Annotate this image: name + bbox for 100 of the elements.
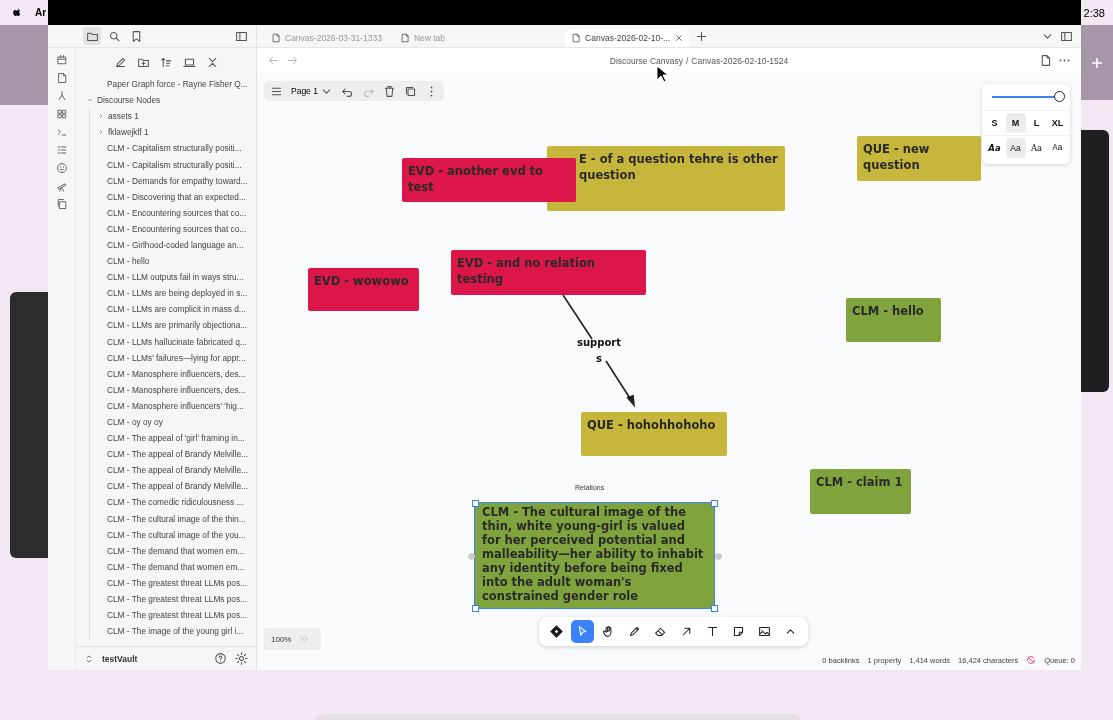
canvas-node[interactable]: CLM - hello (846, 298, 941, 342)
file-tree-item[interactable]: assets 1 (90, 108, 256, 125)
breadcrumb-separator: / (686, 55, 689, 66)
file-icon (399, 33, 410, 43)
help-icon[interactable] (214, 652, 227, 665)
file-tree-item[interactable]: Paper Graph force - Rayne Fisher Q... (76, 76, 256, 93)
file-tree-item[interactable]: CLM - Demands for empathy toward... (90, 172, 256, 189)
file-icon (271, 33, 281, 43)
image-icon (758, 625, 771, 638)
menubar-clock: 2:38 (1083, 6, 1105, 19)
trash-icon[interactable] (382, 84, 396, 98)
file-tree-item[interactable]: fklawejklf 1 (90, 124, 256, 141)
file-tree-item[interactable]: CLM - LLMs' failures—lying for appr... (90, 349, 256, 366)
file-tree-item[interactable]: Discourse Nodes (76, 92, 256, 109)
sync-off-icon[interactable] (1026, 655, 1037, 665)
smiley-icon[interactable] (55, 162, 68, 174)
canvas-node[interactable]: E - of a question tehre is other question (547, 146, 785, 211)
app-name[interactable]: Ar (35, 7, 47, 18)
canvas-node[interactable]: CLM - The cultural image of the thin, white young-girl is valued for her perceived potential and malleability—her ability to inhabit any identity before being fixed into the adult woman's constrained gender role (475, 503, 714, 608)
file-tree-item[interactable]: CLM - The appeal of Brandy Melville... (90, 446, 256, 463)
note-icon (732, 625, 745, 638)
file-tree-item[interactable]: CLM - Capitalism structurally positi... (90, 140, 256, 157)
sidebar-toggle-icon[interactable] (1060, 29, 1073, 43)
file-tree-item[interactable]: CLM - The cultural image of the thin... (90, 510, 256, 527)
size-option[interactable]: M (1005, 113, 1026, 133)
file-tree-item[interactable]: CLM - The greatest threat LLMs pos... (90, 607, 256, 624)
telescope-icon[interactable] (55, 180, 68, 192)
breadcrumb-folder[interactable]: Discourse Canvasy (609, 55, 683, 66)
copy-icon[interactable] (55, 198, 68, 210)
file-tree-item[interactable]: CLM - Encountering sources that co... (90, 220, 256, 237)
vault-name[interactable]: testVault (102, 653, 206, 664)
grid-icon[interactable] (55, 108, 68, 120)
file-tree-item[interactable]: CLM - The comedic ridiculousness ... (90, 494, 256, 511)
sort-icon[interactable] (159, 55, 173, 69)
breadcrumb-title[interactable]: Canvas-2026-02-10-1524 (691, 55, 789, 66)
file-tree-item[interactable]: CLM - The demand that women em... (90, 558, 256, 575)
file-tree-item[interactable]: CLM - The appeal of Brandy Melville... (90, 462, 256, 479)
file-tree-item[interactable]: CLM - The appeal of Brandy Melville... (90, 478, 256, 495)
vault-switch-icon[interactable] (84, 653, 94, 664)
file-icon[interactable] (55, 72, 68, 84)
canvas-node[interactable]: CLM - claim 1 (810, 469, 911, 514)
file-tree-item[interactable]: CLM - The demand that women em... (90, 542, 256, 559)
pencil-icon (628, 625, 641, 638)
file-tree-item[interactable]: CLM - hello (90, 253, 256, 270)
resize-handle[interactable] (472, 605, 479, 612)
file-tree-item[interactable]: CLM - Manosphere influencers, des... (90, 365, 256, 382)
search-icon (107, 29, 121, 43)
file-tree-item[interactable]: CLM - The greatest threat LLMs pos... (90, 591, 256, 608)
pointer-tool[interactable] (571, 620, 594, 643)
tab[interactable]: Canvas-2026-02-10-... (565, 29, 690, 47)
size-option[interactable]: XL (1047, 113, 1068, 133)
resize-handle[interactable] (711, 500, 718, 507)
file-tree-item[interactable]: CLM - The appeal of 'girl' framing in... (90, 430, 256, 447)
calendar-icon[interactable] (55, 54, 68, 66)
file-tree-item[interactable]: CLM - Manosphere influencers, des... (90, 381, 256, 398)
graph-icon[interactable] (55, 90, 68, 102)
page-selector[interactable]: Page 1 (291, 86, 318, 96)
file-tree-item[interactable]: CLM - Encountering sources that co... (90, 204, 256, 221)
arrow-icon (680, 625, 693, 638)
close-icon[interactable] (674, 33, 685, 43)
file-tree-item[interactable]: CLM - Manosphere influencers' 'hig... (90, 397, 256, 414)
file-tree-item[interactable]: CLM - The greatest threat LLMs pos... (90, 574, 256, 591)
duplicate-icon[interactable] (403, 84, 417, 98)
pointer-icon (576, 625, 589, 638)
size-option[interactable]: L (1026, 113, 1047, 133)
resize-handle[interactable] (711, 605, 718, 612)
relation-label[interactable]: supports (575, 335, 623, 367)
document-icon[interactable] (1039, 54, 1052, 67)
settings-icon[interactable] (235, 652, 248, 665)
file-tree-item[interactable]: CLM - Girlhood-coded language an... (90, 236, 256, 254)
file-tree-item[interactable]: CLM - Discovering that an expected... (90, 188, 256, 205)
new-tab-icon[interactable] (695, 29, 709, 43)
canvas-node[interactable]: QUE - new question (857, 136, 981, 181)
file-tree-item[interactable]: CLM - LLMs hallucinate fabricated q... (90, 333, 256, 350)
folder-tab[interactable] (83, 27, 101, 45)
diamond-icon (550, 625, 563, 638)
file-tree-item[interactable]: CLM - The cultural image of the you... (90, 526, 256, 543)
canvas-node[interactable]: QUE - hohohhohoho (581, 412, 727, 456)
size-option[interactable]: S (984, 113, 1005, 133)
font-option[interactable]: Aa (1026, 138, 1047, 158)
file-tree-item[interactable]: CLM - LLM outputs fail in ways stru... (90, 269, 256, 286)
file-tree-item[interactable]: CLM - The image of the young girl i... (90, 623, 256, 640)
file-tree-item[interactable]: CLM - LLMs are primarily objectiona... (90, 317, 256, 334)
relation-arrow[interactable] (562, 294, 636, 408)
hand-icon (602, 625, 615, 638)
sidebar-toggle-icon[interactable] (235, 29, 248, 43)
apple-logo-icon[interactable] (12, 7, 23, 18)
font-option[interactable]: Aa (1005, 138, 1026, 158)
font-option[interactable]: Aa (984, 138, 1005, 158)
resize-handle[interactable] (468, 552, 475, 560)
font-option[interactable]: Aa (1047, 138, 1068, 158)
resize-handle[interactable] (472, 500, 479, 507)
resize-handle[interactable] (715, 552, 722, 560)
file-tree-item[interactable]: CLM - LLMs are complicit in mass d... (90, 301, 256, 318)
new-note-icon[interactable] (113, 55, 127, 69)
file-tree-item[interactable]: CLM - LLMs are being deployed in s... (90, 285, 256, 302)
zoom-level[interactable]: 100% (271, 634, 292, 644)
file-tree-item[interactable]: CLM - oy oy oy (90, 413, 256, 431)
file-tree-item[interactable]: CLM - Capitalism structurally positi... (90, 156, 256, 173)
file-icon (571, 33, 582, 43)
